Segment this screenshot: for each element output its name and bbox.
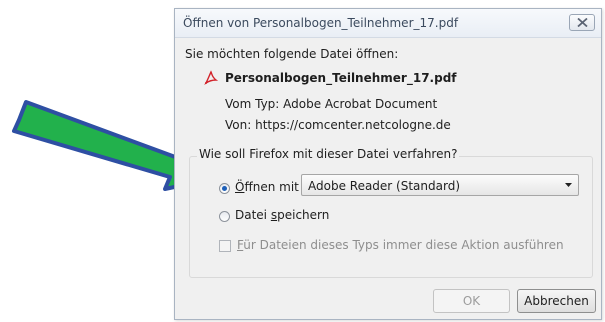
application-select[interactable]: Adobe Reader (Standard) bbox=[301, 174, 579, 196]
file-type: Vom Typ: Adobe Acrobat Document bbox=[225, 97, 438, 111]
save-file-radio[interactable] bbox=[219, 211, 230, 222]
close-button[interactable] bbox=[569, 14, 595, 31]
file-name: Personalbogen_Teilnehmer_17.pdf bbox=[225, 71, 457, 85]
title-bar: Öffnen von Personalbogen_Teilnehmer_17.p… bbox=[175, 9, 601, 38]
pdf-file-icon bbox=[204, 70, 219, 86]
action-group-title: Wie soll Firefox mit dieser Datei verfah… bbox=[197, 147, 460, 161]
application-select-value: Adobe Reader (Standard) bbox=[308, 179, 461, 193]
open-with-label[interactable]: Öffnen mit bbox=[235, 180, 299, 194]
file-source: Von: https://comcenter.netcologne.de bbox=[225, 118, 451, 132]
always-do-this-checkbox[interactable] bbox=[219, 240, 231, 252]
ok-button[interactable]: OK bbox=[433, 289, 510, 313]
close-icon bbox=[577, 18, 588, 27]
open-with-radio[interactable] bbox=[219, 183, 230, 194]
open-prompt: Sie möchten folgende Datei öffnen: bbox=[185, 47, 399, 61]
chevron-down-icon bbox=[565, 183, 572, 187]
save-file-label[interactable]: Datei speichern bbox=[235, 208, 329, 222]
window-title: Öffnen von Personalbogen_Teilnehmer_17.p… bbox=[183, 16, 459, 30]
cancel-button[interactable]: Abbrechen bbox=[517, 289, 596, 313]
open-file-dialog: Öffnen von Personalbogen_Teilnehmer_17.p… bbox=[174, 8, 602, 320]
always-do-this-label[interactable]: Für Dateien dieses Typs immer diese Akti… bbox=[237, 238, 564, 252]
